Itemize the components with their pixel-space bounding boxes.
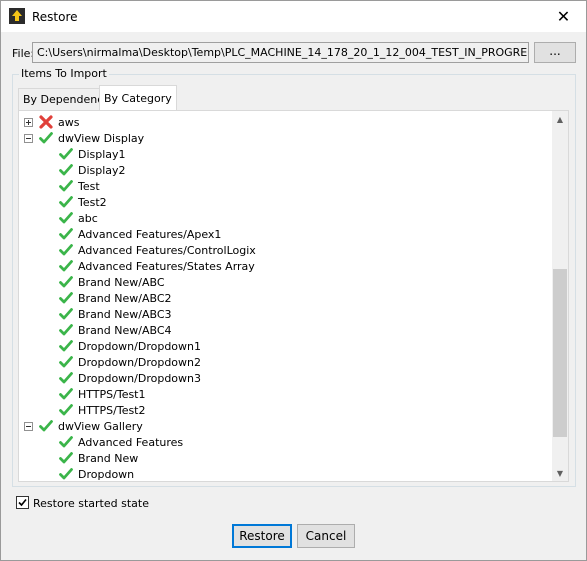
collapse-icon[interactable] (24, 133, 33, 143)
tree-item-label: Brand New/ABC3 (78, 307, 172, 321)
scroll-down-icon[interactable]: ▼ (552, 465, 568, 481)
success-check-icon (59, 452, 73, 464)
success-check-icon (59, 228, 73, 240)
success-check-icon (59, 196, 73, 208)
tree-item[interactable]: Brand New/ABC (59, 274, 165, 290)
tree-item-label: Advanced Features/ControlLogix (78, 243, 256, 257)
tree-item[interactable]: Display2 (59, 162, 126, 178)
tree-item-label: Dropdown (78, 467, 135, 481)
error-x-icon (39, 115, 53, 129)
tree-item[interactable]: Advanced Features (59, 434, 183, 450)
tree-item[interactable]: Brand New/ABC2 (59, 290, 172, 306)
tree-item[interactable]: Dropdown/Dropdown2 (59, 354, 201, 370)
success-check-icon (59, 308, 73, 320)
cancel-button[interactable]: Cancel (297, 524, 355, 548)
tree-item-label: Advanced Features (78, 435, 184, 449)
tree-item[interactable]: aws (24, 114, 79, 130)
close-button[interactable]: ✕ (541, 1, 586, 32)
restore-started-label: Restore started state (33, 497, 149, 510)
tree-item-label: aws (58, 115, 80, 129)
scroll-up-icon[interactable]: ▲ (552, 111, 568, 127)
tree-item-label: dwView Display (58, 131, 145, 145)
tree-vertical-scrollbar[interactable]: ▲ ▼ (552, 111, 568, 481)
success-check-icon (59, 244, 73, 256)
collapse-icon[interactable] (24, 421, 33, 431)
tree-item[interactable]: Display1 (59, 146, 126, 162)
tree-item[interactable]: abc (59, 210, 98, 226)
success-check-icon (59, 436, 73, 448)
success-check-icon (39, 132, 53, 144)
expand-icon[interactable] (24, 117, 33, 127)
browse-button[interactable]: ... (534, 42, 576, 63)
tree-item-label: Display2 (78, 163, 126, 177)
tree-item-label: Advanced Features/Apex1 (78, 227, 222, 241)
tree-item-label: Dropdown/Dropdown2 (78, 355, 201, 369)
tree-item-label: Test2 (78, 195, 107, 209)
tree-item[interactable]: Dropdown/Dropdown3 (59, 370, 201, 386)
success-check-icon (59, 356, 73, 368)
tree-item[interactable]: Advanced Features/ControlLogix (59, 242, 256, 258)
tree-item[interactable]: HTTPS/Test2 (59, 402, 146, 418)
tree-item[interactable]: Brand New (59, 450, 138, 466)
tree-item[interactable]: dwView Gallery (24, 418, 143, 434)
tree-item-label: Brand New (78, 451, 139, 465)
tree-item[interactable]: Test2 (59, 194, 107, 210)
tree-item[interactable]: Dropdown (59, 466, 135, 481)
scroll-thumb[interactable] (553, 269, 567, 437)
tree-item-label: Test (78, 179, 100, 193)
success-check-icon (59, 340, 73, 352)
tree-item-label: Dropdown/Dropdown1 (78, 339, 201, 353)
success-check-icon (59, 180, 73, 192)
tree-item-label: Dropdown/Dropdown3 (78, 371, 201, 385)
title-bar: Restore ✕ (1, 1, 586, 32)
success-check-icon (59, 212, 73, 224)
tree-item[interactable]: Brand New/ABC4 (59, 322, 172, 338)
success-check-icon (59, 148, 73, 160)
window-title: Restore (32, 10, 78, 24)
tree-item-label: dwView Gallery (58, 419, 143, 433)
checkmark-icon (18, 498, 27, 507)
tree-item[interactable]: Test (59, 178, 100, 194)
success-check-icon (39, 420, 53, 432)
file-path-field[interactable]: C:\Users\nirmalma\Desktop\Temp\PLC_MACHI… (32, 42, 529, 63)
success-check-icon (59, 292, 73, 304)
import-items-tree[interactable]: aws dwView Display Display1 Display2 Test Tes… (18, 110, 569, 482)
tree-item-label: Brand New/ABC2 (78, 291, 172, 305)
restore-button[interactable]: Restore (232, 524, 292, 548)
tree-item-label: HTTPS/Test2 (78, 403, 146, 417)
tree-item-label: abc (78, 211, 98, 225)
tree-item-label: Brand New/ABC (78, 275, 165, 289)
success-check-icon (59, 276, 73, 288)
tree-item[interactable]: HTTPS/Test1 (59, 386, 146, 402)
tree-item[interactable]: Advanced Features/States Array (59, 258, 255, 274)
tree-item-label: Display1 (78, 147, 126, 161)
tree-item-label: HTTPS/Test1 (78, 387, 146, 401)
tree-item[interactable]: Brand New/ABC3 (59, 306, 172, 322)
success-check-icon (59, 468, 73, 480)
restore-dialog: Restore ✕ File: C:\Users\nirmalma\Deskto… (0, 0, 587, 561)
success-check-icon (59, 372, 73, 384)
close-icon: ✕ (556, 7, 571, 26)
restore-started-checkbox[interactable] (16, 496, 29, 509)
success-check-icon (59, 164, 73, 176)
restore-app-icon (9, 8, 25, 24)
tree-item-label: Brand New/ABC4 (78, 323, 172, 337)
tree-item[interactable]: Advanced Features/Apex1 (59, 226, 221, 242)
success-check-icon (59, 388, 73, 400)
tab-by-category[interactable]: By Category (99, 85, 177, 110)
group-legend: Items To Import (19, 67, 109, 80)
success-check-icon (59, 324, 73, 336)
success-check-icon (59, 404, 73, 416)
tree-item[interactable]: Dropdown/Dropdown1 (59, 338, 201, 354)
file-label: File: (12, 47, 35, 60)
success-check-icon (59, 260, 73, 272)
tree-item-label: Advanced Features/States Array (78, 259, 255, 273)
tree-item[interactable]: dwView Display (24, 130, 144, 146)
